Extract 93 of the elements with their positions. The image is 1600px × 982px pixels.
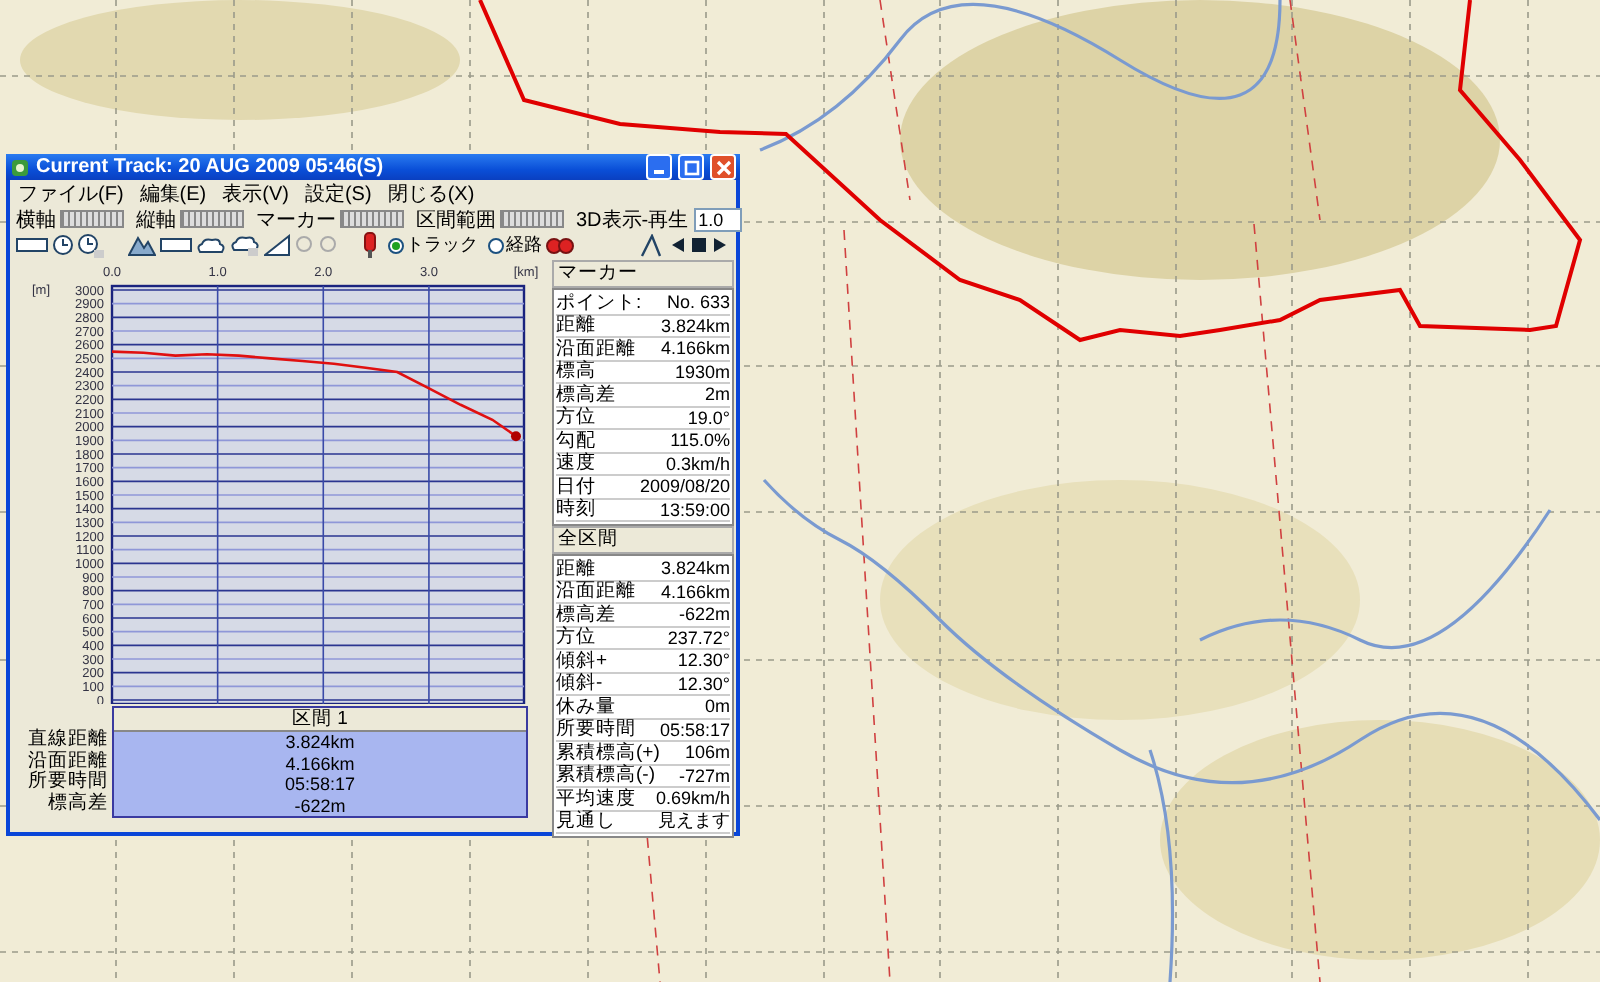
cloud-icon[interactable] (230, 234, 260, 256)
stat-value: 12.30° (677, 673, 730, 694)
stat-value: 4.166km (660, 581, 730, 602)
stat-label: 勾配 (556, 427, 596, 452)
stat-label: 方位 (556, 404, 596, 431)
menu-item[interactable]: 表示(V) (222, 179, 289, 207)
stat-label: 沿面距離 (556, 335, 636, 360)
stat-value: 2m (704, 384, 730, 405)
row-label: 標高差 (48, 793, 108, 814)
stat-value: -622m (678, 604, 730, 625)
stat-label: 平均速度 (556, 785, 636, 810)
binoculars-icon[interactable] (546, 234, 574, 256)
menu-item[interactable]: ファイル(F) (18, 179, 124, 207)
table-cell: -622m (294, 795, 346, 816)
stat-value: 13:59:00 (659, 499, 730, 520)
ruler-icon[interactable] (16, 236, 48, 254)
slider-track[interactable] (60, 210, 124, 228)
stat-label: 累積標高(-) (556, 762, 655, 788)
clock-icon[interactable] (78, 233, 104, 257)
stat-value: 106m (684, 742, 730, 763)
stat-label: 距離 (556, 312, 596, 339)
column-header: 区間 1 (114, 708, 526, 732)
table-cell: 3.824km (285, 732, 355, 753)
stat-value: 4.166km (660, 338, 730, 359)
minimize-button[interactable] (646, 154, 672, 180)
mountain-icon[interactable] (128, 234, 156, 256)
stat-value: 3.824km (660, 315, 730, 336)
slider-label: 縦軸 (136, 207, 176, 233)
radio-option[interactable]: 経路 (488, 232, 542, 258)
stat-label: ポイント: (556, 289, 642, 314)
stat-value: 05:58:17 (659, 719, 730, 740)
slider-track[interactable] (180, 210, 244, 228)
stat-label: 日付 (556, 473, 596, 498)
stat-label: 累積標高(+) (556, 739, 660, 764)
row-label: 所要時間 (28, 772, 108, 792)
table-cell: 05:58:17 (284, 774, 356, 795)
slider-track[interactable] (340, 210, 404, 228)
stat-value: 0m (704, 696, 730, 717)
stat-label: 速度 (556, 450, 596, 477)
stat-label: 標高差 (556, 601, 616, 626)
playback-label: 3D表示-再生 (576, 207, 689, 233)
stat-label: 標高 (556, 358, 596, 384)
panel-header: 全区間 (552, 526, 734, 554)
triangle-icon[interactable] (264, 234, 290, 256)
stat-label: 傾斜+ (556, 647, 608, 672)
stat-value: -727m (678, 765, 730, 786)
panel-header: マーカー (552, 260, 734, 288)
stat-value: 237.72° (667, 627, 730, 648)
window-title: Current Track: 20 AUG 2009 05:46(S) (36, 156, 386, 178)
stat-label: 沿面距離 (556, 578, 636, 604)
stat-label: 標高差 (556, 381, 616, 406)
stat-label: 傾斜- (556, 670, 603, 697)
menu-item[interactable]: 設定(S) (304, 179, 372, 207)
close-icon (715, 159, 731, 175)
play-icon[interactable] (712, 236, 730, 254)
radio-option[interactable]: トラック (388, 232, 478, 258)
stop-icon[interactable] (690, 236, 708, 254)
stat-label: 方位 (556, 624, 596, 650)
clock-icon[interactable] (52, 234, 74, 256)
slider-label: 横軸 (16, 207, 56, 233)
position-marker (510, 431, 521, 442)
rectangle-icon[interactable] (160, 236, 192, 254)
stat-label: 休み量 (556, 693, 616, 718)
previous-icon[interactable] (668, 236, 686, 254)
row-label: 沿面距離 (28, 751, 108, 771)
stat-value: 19.0° (687, 407, 730, 428)
close-button[interactable] (710, 154, 736, 180)
menu-item[interactable]: 編集(E) (139, 179, 207, 207)
stat-value: 0.69km/h (655, 788, 730, 809)
menu-item[interactable]: 閉じる(X) (387, 179, 475, 207)
maximize-button[interactable] (678, 154, 704, 180)
stat-value: 0.3km/h (665, 453, 730, 474)
stat-value: 見えます (658, 808, 730, 835)
stat-label: 見通し (556, 808, 616, 835)
marker-icon[interactable] (362, 232, 378, 258)
slider-track[interactable] (500, 210, 564, 228)
app-icon (10, 157, 30, 177)
speed-field[interactable]: 1.0 (694, 207, 743, 231)
stat-value: 12.30° (677, 650, 730, 671)
table-cell: 4.166km (285, 753, 355, 774)
stat-label: 所要時間 (556, 716, 636, 742)
cloud-icon[interactable] (196, 236, 226, 254)
slider-label: マーカー (256, 207, 336, 233)
row-label: 直線距離 (28, 730, 108, 750)
maximize-icon (683, 159, 699, 175)
stat-value: No. 633 (666, 292, 730, 313)
stat-label: 距離 (556, 555, 596, 581)
stat-label: 時刻 (556, 496, 596, 523)
stat-value: 1930m (674, 361, 730, 382)
slider-label: 区間範囲 (416, 207, 496, 233)
stat-value: 2009/08/20 (639, 476, 730, 497)
stat-value: 115.0% (670, 430, 730, 451)
stat-value: 3.824km (660, 558, 730, 579)
